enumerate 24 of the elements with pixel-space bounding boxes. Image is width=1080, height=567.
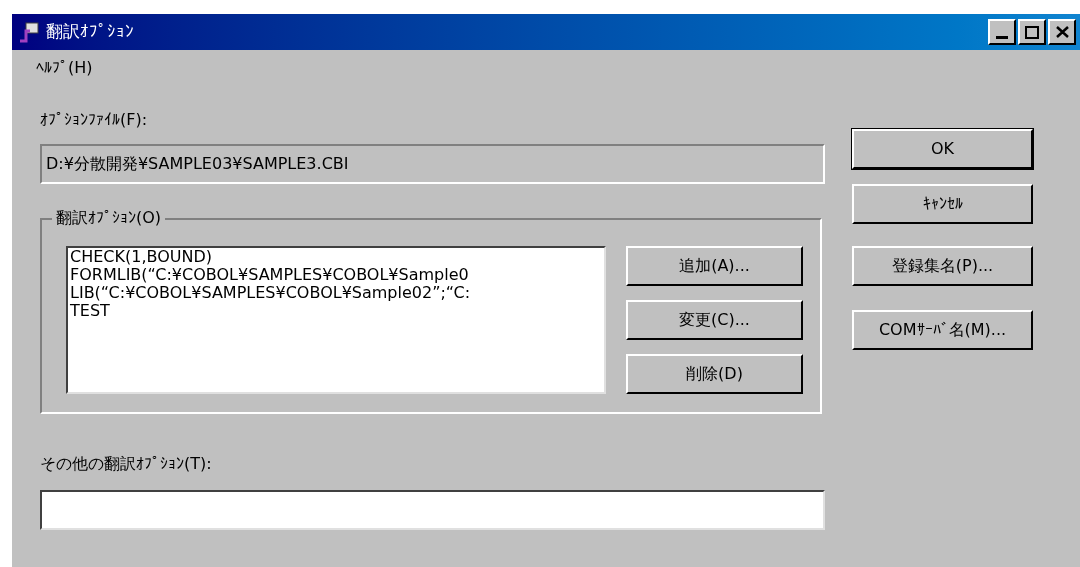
option-file-field: D:¥分散開発¥SAMPLE03¥SAMPLE3.CBI [40,144,825,184]
option-file-label: ｵﾌﾟｼｮﾝﾌｧｲﾙ(F): [40,109,148,131]
other-options-field[interactable] [40,490,825,530]
option-action-button[interactable]: 追加(A)... [626,246,803,286]
list-item[interactable]: FORMLIB(“C:¥COBOL¥SAMPLES¥COBOL¥Sample0 [70,266,469,284]
close-button[interactable] [1048,19,1076,45]
dialog-button[interactable]: 登録集名(P)... [852,246,1033,286]
option-action-button[interactable]: 変更(C)... [626,300,803,340]
other-options-label: その他の翻訳ｵﾌﾟｼｮﾝ(T): [40,453,212,475]
list-item[interactable]: LIB(“C:¥COBOL¥SAMPLES¥COBOL¥Sample02”;“C: [70,284,471,302]
dialog-button[interactable]: ｷｬﾝｾﾙ [852,184,1033,224]
maximize-icon [1025,25,1039,39]
dialog-button[interactable]: OK [852,129,1033,169]
menu-item[interactable]: ﾍﾙﾌﾟ(H) [32,56,97,80]
option-action-button[interactable]: 削除(D) [626,354,803,394]
list-item[interactable]: TEST [70,302,110,320]
dialog-button[interactable]: COMｻｰﾊﾞ名(M)... [852,310,1033,350]
maximize-button[interactable] [1018,19,1046,45]
list-item[interactable]: CHECK(1,BOUND) [70,248,212,266]
options-listbox[interactable]: CHECK(1,BOUND) FORMLIB(“C:¥COBOL¥SAMPLES¥COBOL¥Sample0 LIB(“C:¥COBOL¥SAMPLES¥COBOL¥Sample02”;“C: TEST [66,246,606,394]
close-icon [1055,26,1069,38]
minimize-icon [996,36,1008,39]
minimize-button[interactable] [988,19,1016,45]
window-title: 翻訳ｵﾌﾟｼｮﾝ [46,20,134,44]
